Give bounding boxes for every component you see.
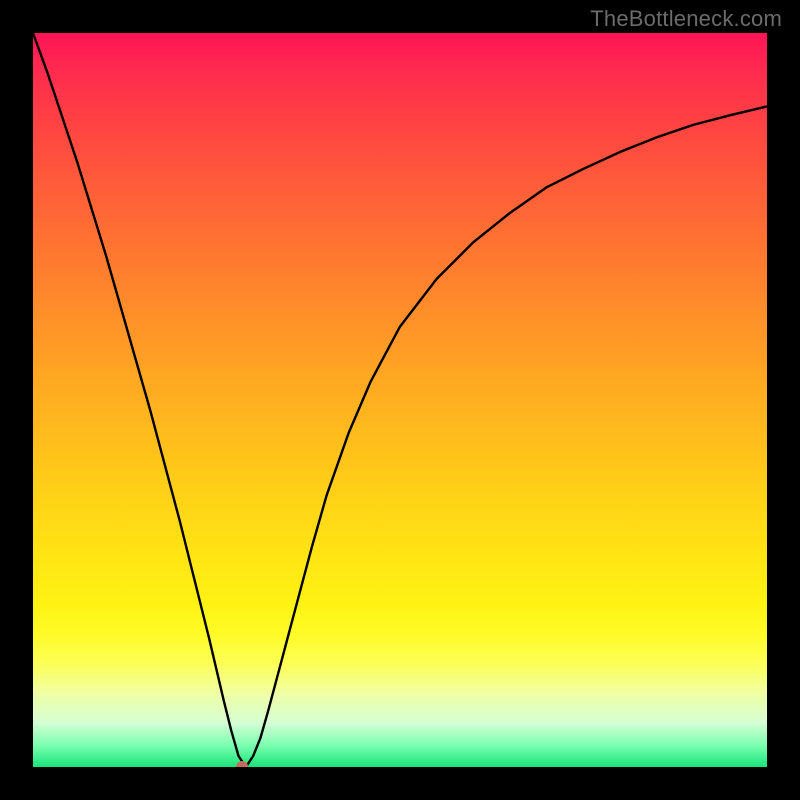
chart-plot-area [33, 33, 767, 767]
watermark-text: TheBottleneck.com [590, 6, 782, 32]
chart-overlay-svg [33, 33, 767, 767]
minimum-marker-dot [236, 761, 248, 767]
bottleneck-curve-line [33, 33, 767, 767]
